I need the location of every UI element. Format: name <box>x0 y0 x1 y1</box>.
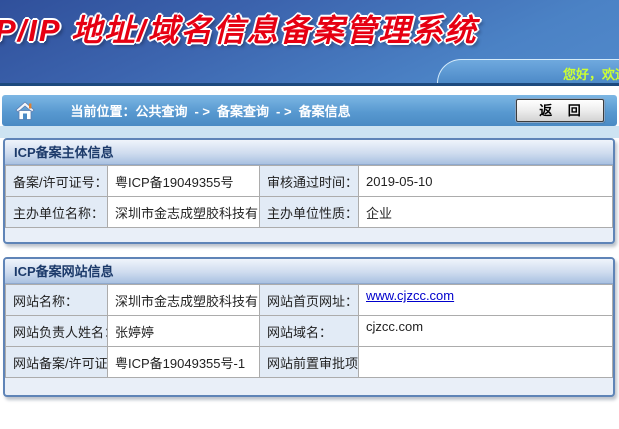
organizer-nature-value: 企业 <box>358 196 613 228</box>
section-footer <box>5 378 613 395</box>
site-domain-label: 网站域名： <box>259 315 359 347</box>
site-manager-label: 网站负责人姓名： <box>5 315 108 347</box>
home-icon <box>15 100 35 120</box>
homepage-url-link[interactable]: www.cjzcc.com <box>366 288 454 303</box>
system-title: P/IP 地址/域名信息备案管理系统 <box>0 13 478 48</box>
site-name-value: 深圳市金志成塑胶科技有限公司 <box>107 284 260 316</box>
homepage-url-label: 网站首页网址： <box>259 284 359 316</box>
website-info-table: 网站名称： 深圳市金志成塑胶科技有限公司 网站首页网址： www.cjzcc.c… <box>5 284 613 378</box>
breadcrumb-separator: - > <box>276 104 292 119</box>
subject-info-table: 备案/许可证号： 粤ICP备19049355号 审核通过时间： 2019-05-… <box>5 165 613 228</box>
license-number-value: 粤ICP备19049355号 <box>107 165 260 197</box>
site-domain-value: cjzcc.com <box>358 315 613 347</box>
breadcrumb-item-record-info: 备案信息 <box>298 104 351 119</box>
breadcrumb-item-record-query: 备案查询 <box>217 104 270 119</box>
website-info-section: ICP备案网站信息 网站名称： 深圳市金志成塑胶科技有限公司 网站首页网址： w… <box>3 257 615 397</box>
license-number-label: 备案/许可证号： <box>5 165 108 197</box>
pre-approval-label: 网站前置审批项： <box>259 346 359 378</box>
greeting-tab: 您好，欢迎 <box>437 59 619 83</box>
approval-date-label: 审核通过时间： <box>259 165 359 197</box>
homepage-url-cell: www.cjzcc.com <box>358 284 613 316</box>
breadcrumb: 当前位置：公共查询 - > 备案查询 - > 备案信息 <box>56 86 351 135</box>
approval-date-value: 2019-05-10 <box>358 165 613 197</box>
organizer-name-label: 主办单位名称： <box>5 196 108 228</box>
subject-section-title: ICP备案主体信息 <box>5 140 613 165</box>
greeting-text: 您好，欢迎 <box>562 67 619 82</box>
site-license-label: 网站备案/许可证号： <box>5 346 108 378</box>
site-manager-value: 张婷婷 <box>107 315 260 347</box>
table-row: 网站名称： 深圳市金志成塑胶科技有限公司 网站首页网址： www.cjzcc.c… <box>5 284 613 316</box>
site-license-value: 粤ICP备19049355号-1 <box>107 346 260 378</box>
organizer-name-value: 深圳市金志成塑胶科技有限公司 <box>107 196 260 228</box>
table-row: 备案/许可证号： 粤ICP备19049355号 审核通过时间： 2019-05-… <box>5 165 613 197</box>
table-row: 网站备案/许可证号： 粤ICP备19049355号-1 网站前置审批项： <box>5 346 613 378</box>
breadcrumb-item-public-query: 公共查询 <box>135 104 188 119</box>
subject-info-section: ICP备案主体信息 备案/许可证号： 粤ICP备19049355号 审核通过时间… <box>3 138 615 244</box>
website-section-title: ICP备案网站信息 <box>5 259 613 284</box>
back-button[interactable]: 返 回 <box>516 99 604 122</box>
site-name-label: 网站名称： <box>5 284 108 316</box>
section-footer <box>5 228 613 242</box>
breadcrumb-bar: 当前位置：公共查询 - > 备案查询 - > 备案信息 返 回 <box>2 95 617 126</box>
breadcrumb-separator: - > <box>194 104 211 119</box>
table-row: 主办单位名称： 深圳市金志成塑胶科技有限公司 主办单位性质： 企业 <box>5 196 613 228</box>
table-row: 网站负责人姓名： 张婷婷 网站域名： cjzcc.com <box>5 315 613 347</box>
breadcrumb-prefix: 当前位置： <box>70 104 136 119</box>
organizer-nature-label: 主办单位性质： <box>259 196 359 228</box>
pre-approval-value <box>358 346 613 378</box>
top-banner: P/IP 地址/域名信息备案管理系统 您好，欢迎 <box>0 0 619 86</box>
